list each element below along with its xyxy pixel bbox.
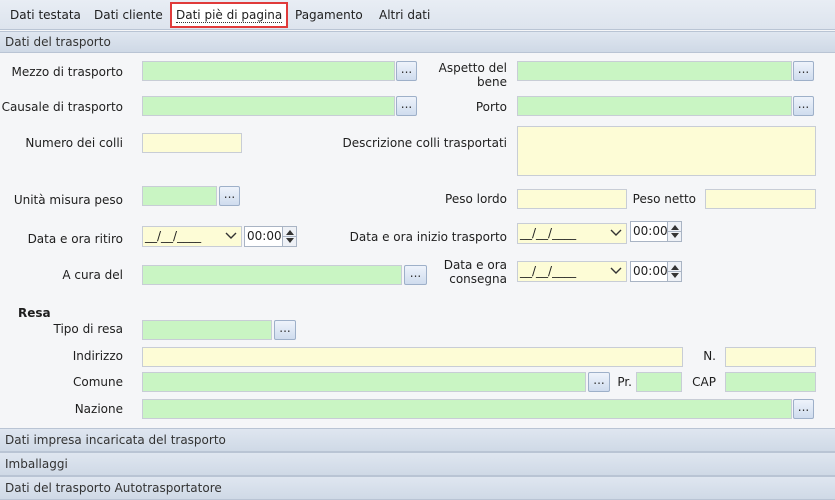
tab-dati-cliente[interactable]: Dati cliente (94, 5, 163, 25)
chevron-down-icon[interactable] (610, 227, 622, 239)
descrizione-colli-textarea[interactable] (517, 126, 816, 176)
data-ritiro-value: __/__/____ (145, 229, 202, 243)
label-peso-lordo: Peso lordo (445, 192, 507, 206)
label-numero-colli: Numero dei colli (25, 136, 123, 150)
data-ritiro-picker[interactable]: __/__/____ (142, 226, 242, 247)
ora-ritiro-value: 00:00 (247, 229, 282, 243)
tab-dati-pie-di-pagina[interactable]: Dati piè di pagina (170, 2, 289, 28)
section-dati-impresa[interactable]: Dati impresa incaricata del trasporto (0, 428, 835, 452)
provincia-field[interactable] (636, 372, 682, 392)
tipo-resa-field[interactable] (142, 320, 272, 340)
label-tipo-resa: Tipo di resa (53, 322, 124, 336)
peso-netto-field[interactable] (705, 189, 816, 209)
nazione-field[interactable] (142, 399, 792, 419)
mezzo-trasporto-field[interactable] (142, 61, 395, 81)
a-cura-del-lookup-button[interactable]: ... (404, 265, 427, 285)
numero-civico-field[interactable] (725, 347, 816, 367)
a-cura-del-field[interactable] (142, 265, 402, 285)
label-cap: CAP (692, 375, 716, 389)
section-dati-autotrasportatore[interactable]: Dati del trasporto Autotrasportatore (0, 476, 835, 500)
ora-inizio-value: 00:00 (633, 224, 668, 238)
tab-dati-pie-di-pagina-label: Dati piè di pagina (176, 8, 283, 23)
peso-lordo-field[interactable] (517, 189, 627, 209)
numero-colli-field[interactable] (142, 133, 242, 153)
label-data-ora-ritiro: Data e ora ritiro (27, 232, 123, 246)
ora-inizio-trasporto-field[interactable]: 00:00 (630, 221, 682, 242)
ora-ritiro-field[interactable]: 00:00 (244, 226, 297, 247)
label-indirizzo: Indirizzo (72, 349, 123, 363)
ora-consegna-spinner[interactable] (667, 262, 681, 281)
tab-altri-dati[interactable]: Altri dati (379, 5, 430, 25)
tab-dati-testata[interactable]: Dati testata (10, 5, 81, 25)
tab-bar: Dati testata Dati cliente Dati piè di pa… (0, 0, 835, 30)
section-imballaggi[interactable]: Imballaggi (0, 452, 835, 476)
causale-trasporto-field[interactable] (142, 96, 395, 116)
cap-field[interactable] (725, 372, 816, 392)
tipo-resa-lookup-button[interactable]: ... (274, 320, 296, 340)
ora-ritiro-spinner[interactable] (282, 227, 296, 246)
label-descrizione-colli: Descrizione colli trasportati (342, 136, 507, 150)
porto-field[interactable] (517, 96, 792, 116)
label-peso-netto: Peso netto (632, 192, 696, 206)
label-a-cura-del: A cura del (62, 268, 123, 282)
label-causale-trasporto: Causale di trasporto (1, 100, 123, 114)
aspetto-bene-lookup-button[interactable]: ... (793, 61, 814, 81)
label-comune: Comune (72, 375, 123, 389)
nazione-lookup-button[interactable]: ... (793, 399, 814, 419)
data-consegna-value: __/__/____ (520, 264, 577, 278)
unita-misura-peso-field[interactable] (142, 186, 217, 206)
ora-consegna-value: 00:00 (633, 264, 668, 278)
data-inizio-value: __/__/____ (520, 226, 577, 240)
ora-inizio-spinner[interactable] (667, 222, 681, 241)
label-provincia: Pr. (617, 375, 632, 389)
label-data-ora-consegna: Data e ora consegna (443, 258, 507, 286)
label-porto: Porto (475, 100, 507, 114)
causale-trasporto-lookup-button[interactable]: ... (396, 96, 417, 116)
indirizzo-field[interactable] (142, 347, 683, 367)
mezzo-trasporto-lookup-button[interactable]: ... (396, 61, 417, 81)
tab-pagamento[interactable]: Pagamento (295, 5, 363, 25)
label-numero-civico: N. (703, 349, 716, 363)
unita-misura-peso-lookup-button[interactable]: ... (219, 186, 240, 206)
ora-consegna-field[interactable]: 00:00 (630, 261, 682, 282)
label-data-ora-inizio-trasporto: Data e ora inizio trasporto (349, 230, 507, 244)
label-mezzo-trasporto: Mezzo di trasporto (11, 65, 123, 79)
chevron-down-icon[interactable] (610, 265, 622, 277)
section-dati-trasporto[interactable]: Dati del trasporto (0, 31, 835, 53)
chevron-down-icon[interactable] (225, 230, 237, 242)
comune-field[interactable] (142, 372, 586, 392)
aspetto-bene-field[interactable] (517, 61, 792, 81)
label-aspetto-bene: Aspetto del bene (438, 61, 507, 89)
porto-lookup-button[interactable]: ... (793, 96, 814, 116)
resa-heading: Resa (18, 306, 51, 320)
comune-lookup-button[interactable]: ... (588, 372, 610, 392)
label-nazione: Nazione (74, 402, 123, 416)
label-unita-misura-peso: Unità misura peso (13, 193, 123, 207)
data-consegna-picker[interactable]: __/__/____ (517, 261, 627, 282)
data-inizio-trasporto-picker[interactable]: __/__/____ (517, 223, 627, 244)
